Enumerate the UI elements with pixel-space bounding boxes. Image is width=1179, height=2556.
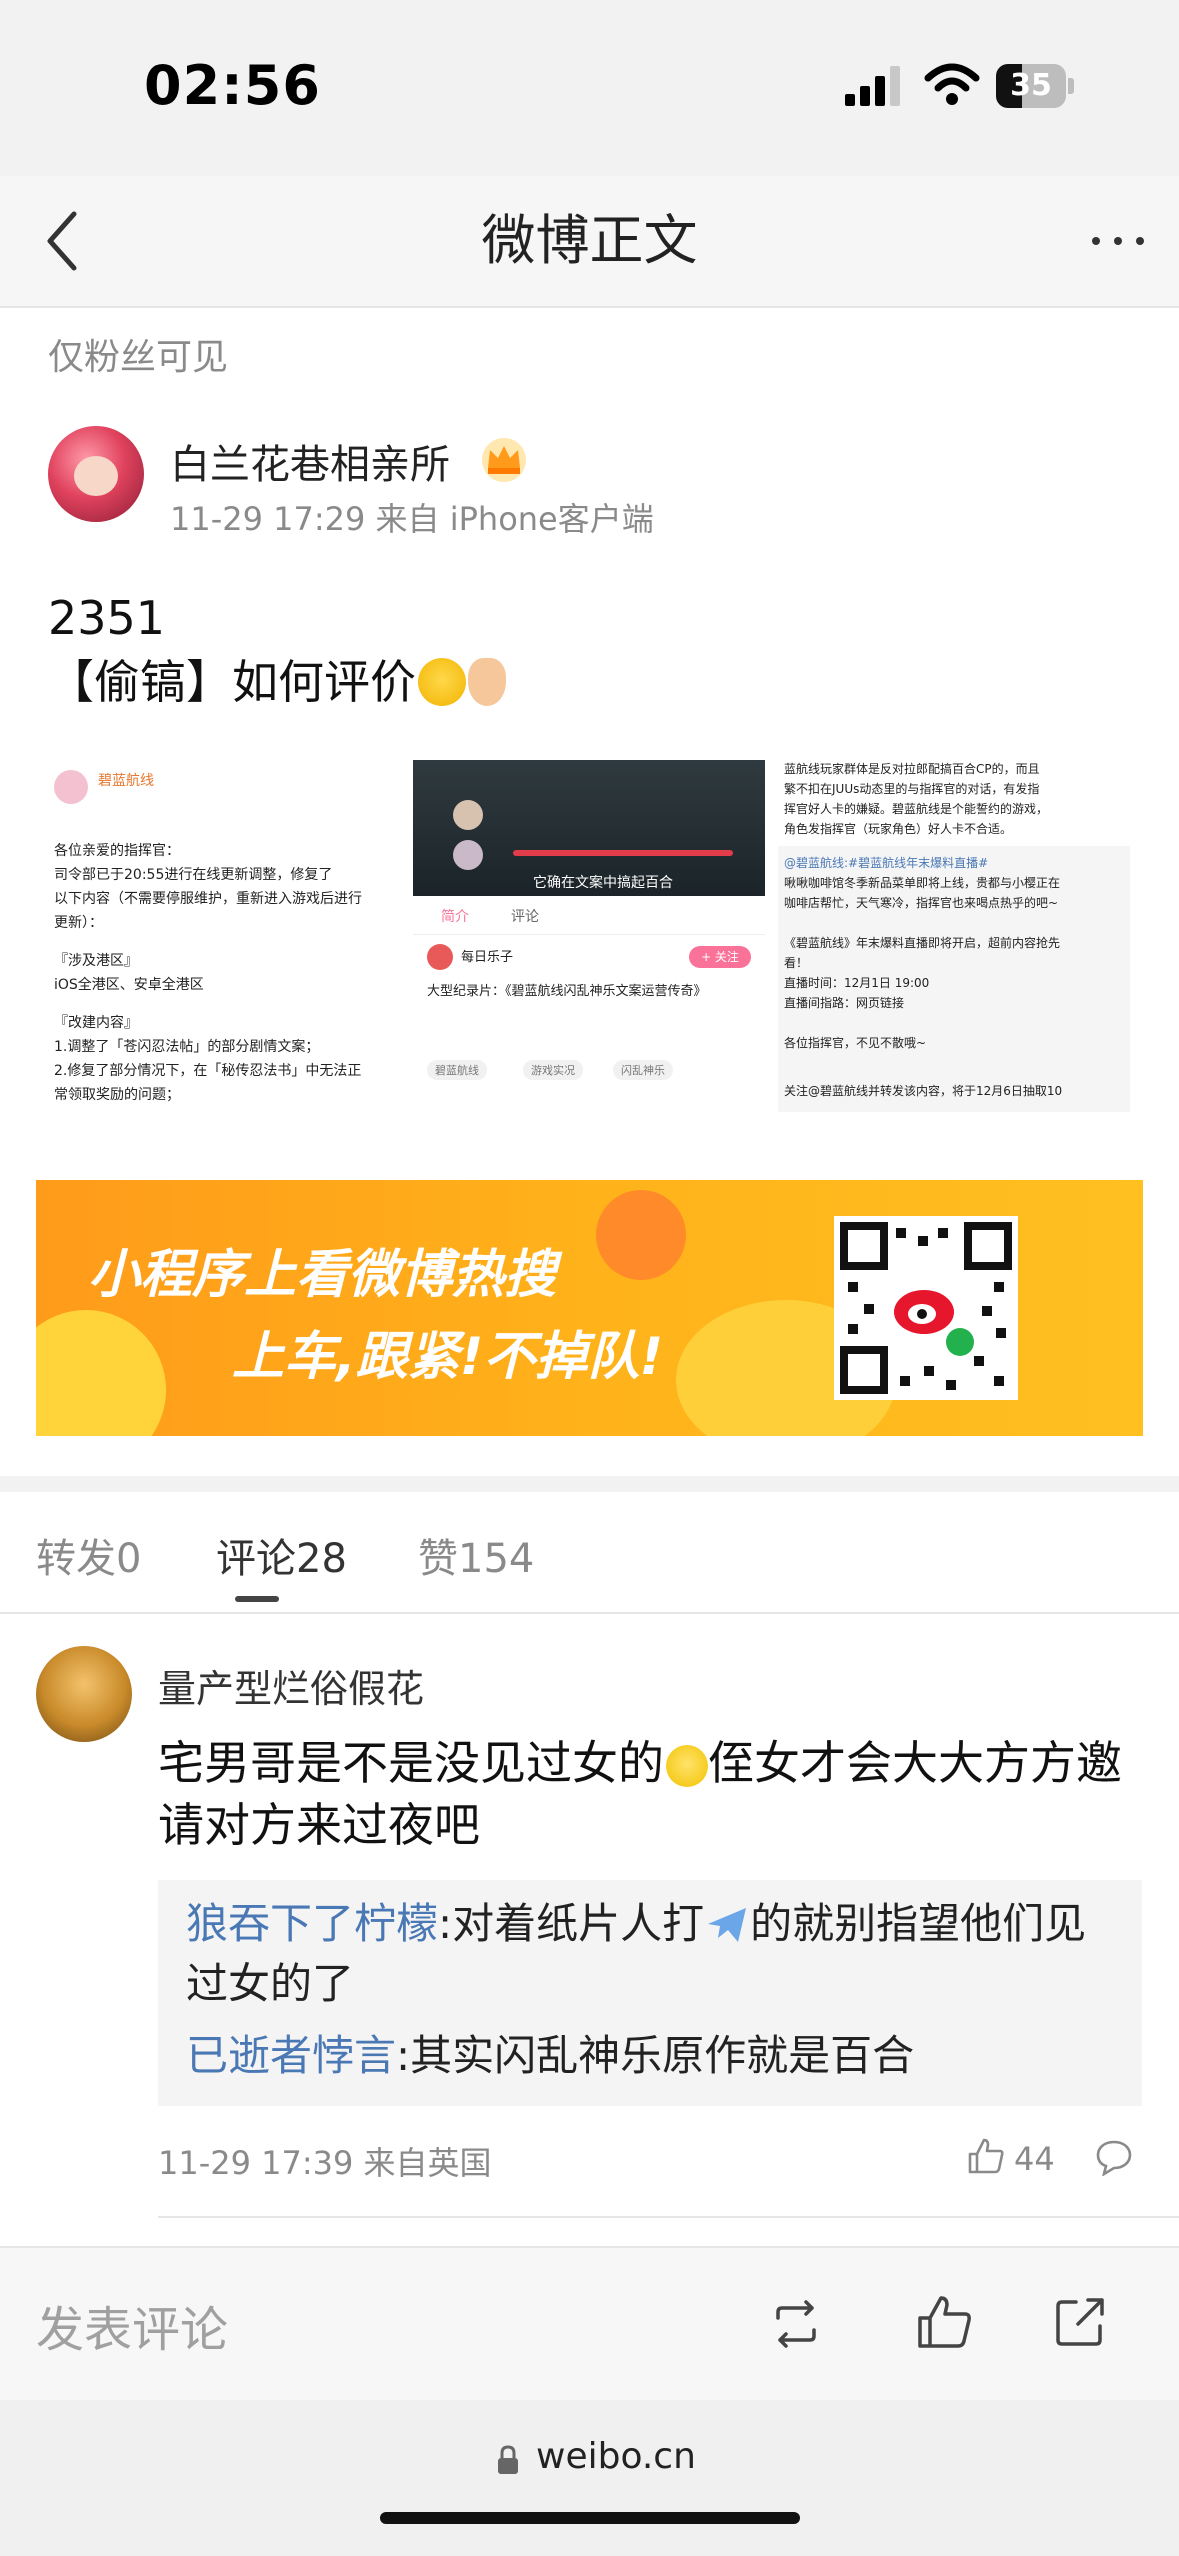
img3-line-4: @碧蓝航线:#碧蓝航线年末爆料直播# — [784, 856, 989, 870]
battery-indicator: 35 — [996, 64, 1076, 108]
img2-follow: + 关注 — [689, 946, 751, 968]
img3-line-9: 直播时间：12月1日 19:00 — [784, 976, 930, 990]
promo-banner[interactable]: 小程序上看微博热搜 上车,跟紧!不掉队! — [36, 1180, 1143, 1436]
banner-line-2: 上车,跟紧!不掉队! — [232, 1327, 664, 1387]
img2-tag-0: 碧蓝航线 — [427, 1060, 487, 1080]
tab-divider — [0, 1612, 1179, 1614]
tab-repost[interactable]: 转发0 — [36, 1526, 141, 1584]
like-icon[interactable] — [914, 2292, 974, 2352]
reply-author[interactable]: 已逝者悖言 — [186, 2031, 396, 2080]
reply-item: 狼吞下了柠檬:对着纸片人打 的就别指望他们见过女的了 — [186, 1894, 1126, 2014]
img3-line-11: 各位指挥官，不见不散哦~ — [784, 1036, 927, 1050]
signal-icon — [845, 66, 900, 106]
lock-icon — [498, 2445, 518, 2474]
img1-line-2: 以下内容（不需要停服维护，重新进入游戏后进行 — [54, 891, 362, 907]
browser-url-bar — [0, 2400, 1179, 2556]
img3-line-7: 《碧蓝航线》年末爆料直播即将开启，超前内容抢先 — [784, 936, 1061, 950]
post-meta: 11-29 17:29 来自 iPhone客户端 — [170, 500, 654, 538]
img3-line-0: 蓝航线玩家群体是反对拉郎配搞百合CP的，而且 — [784, 762, 1040, 776]
reply-box[interactable]: 狼吞下了柠檬:对着纸片人打 的就别指望他们见过女的了 已逝者悖言:其实闪乱神乐原作… — [158, 1880, 1142, 2106]
like-count: 44 — [1014, 2140, 1055, 2178]
img1-line-6: 『改建内容』 — [54, 1015, 138, 1031]
img1-line-1: 司令部已于20:55进行在线更新调整，修复了 — [54, 867, 333, 883]
url-text[interactable]: weibo.cn — [536, 2436, 696, 2477]
thumbs-up-icon[interactable] — [966, 2136, 1006, 2176]
img3-line-5: 啾啾咖啡馆冬季新品菜单即将上线，贵都与小樱正在 — [784, 876, 1061, 890]
section-separator — [0, 1476, 1179, 1492]
post-image-1[interactable]: 碧蓝航线 各位亲爱的指挥官： 司令部已于20:55进行在线更新调整，修复了 以下… — [48, 760, 400, 1112]
tab-comment[interactable]: 评论28 — [216, 1526, 347, 1584]
victory-hand-emoji-icon — [468, 658, 506, 706]
tab-active-indicator — [235, 1596, 279, 1602]
commenter-name[interactable]: 量产型烂俗假花 — [158, 1658, 424, 1713]
wifi-icon — [924, 63, 980, 105]
img3-line-3: 角色发指挥官（玩家角色）好人卡不合适。 — [784, 822, 1013, 836]
post-image-3[interactable]: 蓝航线玩家群体是反对拉郎配搞百合CP的，而且 繁不扣在JUUs动态里的与指挥官的… — [778, 760, 1130, 1112]
comment-divider — [158, 2216, 1179, 2218]
comment-input[interactable]: 发表评论 — [36, 2290, 228, 2360]
post-line-1: 2351 — [48, 591, 166, 645]
img1-line-7: 1.调整了「苍闪忍法帖」的部分剧情文案； — [54, 1039, 320, 1055]
img1-line-9: 常领取奖励的问题； — [54, 1087, 180, 1103]
status-time: 02:56 — [144, 54, 321, 117]
img1-title: 碧蓝航线 — [98, 773, 154, 789]
img2-caption: 它确在文案中搞起百合 — [533, 875, 673, 891]
more-icon[interactable] — [1088, 226, 1148, 256]
img2-tab-intro: 简介 — [441, 909, 469, 925]
img2-tag-1: 游戏实况 — [523, 1060, 583, 1080]
crown-badge-icon — [482, 438, 526, 482]
img2-video-title: 大型纪录片：《碧蓝航线闪乱神乐文案运营传奇》 — [427, 984, 707, 999]
page-title: 微博正文 — [481, 209, 698, 272]
img2-tab-comments: 评论 — [511, 909, 539, 925]
post-image-2[interactable]: 它确在文案中搞起百合 简介 评论 每日乐子 + 关注 大型纪录片：《碧蓝航线闪乱… — [413, 760, 765, 1112]
img1-line-5: iOS全港区、安卓全港区 — [54, 977, 204, 993]
img2-tag-2: 闪乱神乐 — [613, 1060, 673, 1080]
comment-meta: 11-29 17:39 来自英国 — [158, 2144, 492, 2182]
visibility-label: 仅粉丝可见 — [48, 337, 229, 378]
commenter-avatar[interactable] — [36, 1646, 132, 1742]
img1-line-0: 各位亲爱的指挥官： — [54, 843, 180, 859]
img3-line-10: 直播间指路：网页链接 — [784, 996, 905, 1010]
author-avatar[interactable] — [48, 426, 144, 522]
smile-emoji-icon — [666, 1745, 708, 1787]
battery-level: 35 — [1010, 68, 1052, 103]
reply-bubble-icon[interactable] — [1094, 2138, 1134, 2176]
img3-line-6: 咖啡店帮忙，天气寒冷，指挥官也来喝点热乎的吧~ — [784, 896, 1059, 910]
reply-text: :其实闪乱神乐原作就是百合 — [396, 2031, 915, 2080]
reply-text-a: :对着纸片人打 — [438, 1899, 705, 1948]
home-indicator — [380, 2512, 800, 2524]
reply-author[interactable]: 狼吞下了柠檬 — [186, 1899, 438, 1948]
img3-line-1: 繁不扣在JUUs动态里的与指挥官的对话，有发指 — [784, 782, 1040, 796]
reply-item: 已逝者悖言:其实闪乱神乐原作就是百合 — [186, 2026, 1126, 2086]
post-text: 2351 【偷镐】如何评价 — [48, 586, 506, 714]
img3-line-12: 关注@碧蓝航线并转发该内容，将于12月6日抽取10 — [784, 1084, 1063, 1098]
qr-code-icon — [834, 1216, 1018, 1400]
banner-line-1: 小程序上看微博热搜 — [88, 1245, 557, 1305]
img2-user: 每日乐子 — [461, 950, 514, 965]
post-line-2: 【偷镐】如何评价 — [48, 655, 416, 709]
share-icon[interactable] — [1052, 2294, 1108, 2350]
img1-line-3: 更新）： — [54, 915, 103, 931]
comment-text: 宅男哥是不是没见过女的 侄女才会大大方方邀请对方来过夜吧 — [158, 1732, 1138, 1856]
img3-line-8: 看！ — [784, 956, 809, 970]
img3-line-2: 挥官好人卡的嫌疑。碧蓝航线是个能誓约的游戏， — [784, 802, 1049, 816]
img1-line-8: 2.修复了部分情况下，在「秘传忍法书」中无法正 — [54, 1063, 362, 1079]
laugh-cry-emoji-icon — [418, 658, 466, 706]
airplane-emoji-icon — [708, 1908, 747, 1942]
repost-icon[interactable] — [768, 2296, 824, 2352]
img1-line-4: 『涉及港区』 — [54, 953, 138, 969]
comment-text-a: 宅男哥是不是没见过女的 — [158, 1736, 664, 1790]
author-name[interactable]: 白兰花巷相亲所 — [170, 432, 450, 490]
tab-like[interactable]: 赞154 — [418, 1526, 534, 1584]
